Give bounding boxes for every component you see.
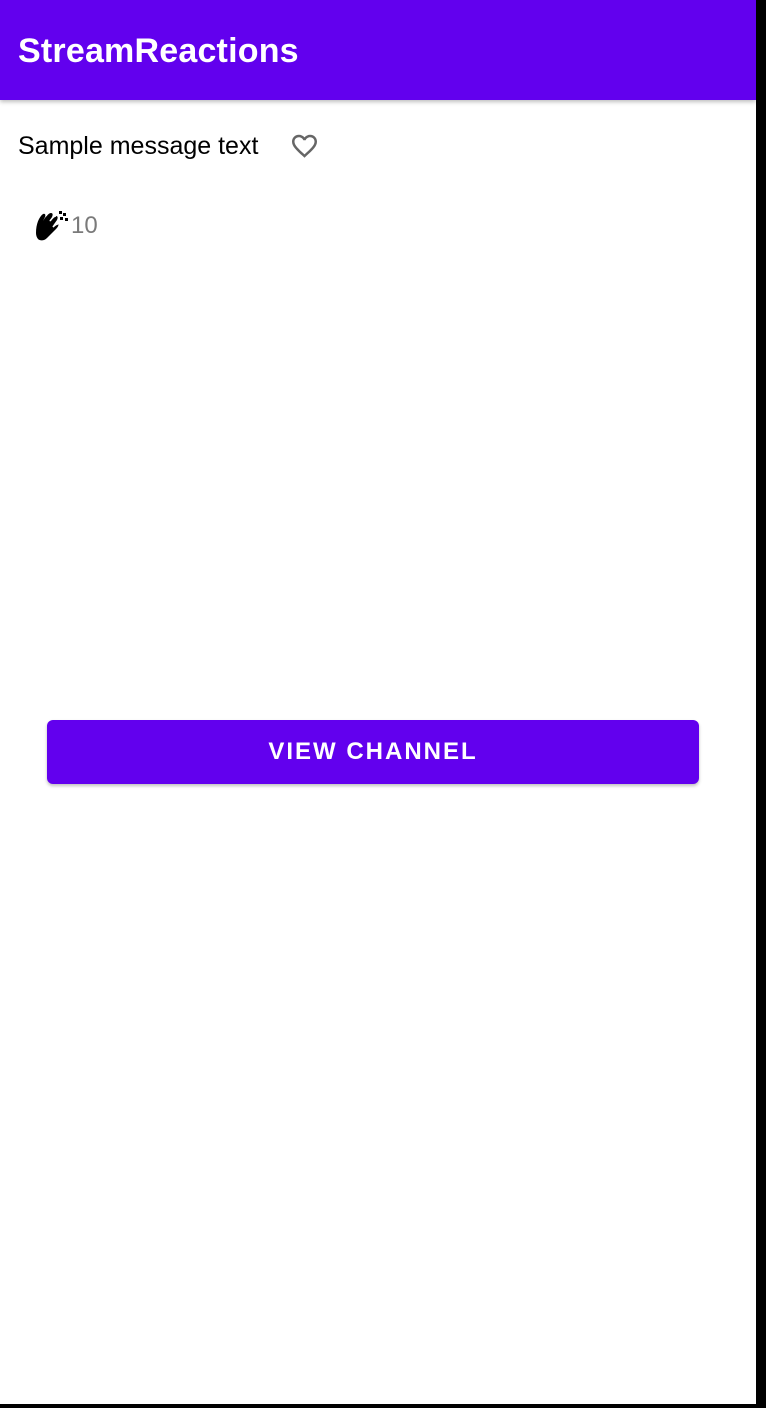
app-bar: StreamReactions bbox=[0, 0, 756, 100]
reaction-chip-clap[interactable]: 10 bbox=[32, 204, 98, 248]
heart-outline-icon bbox=[291, 134, 317, 158]
app-title: StreamReactions bbox=[18, 32, 299, 70]
view-channel-button-label: VIEW CHANNEL bbox=[268, 738, 478, 765]
reaction-count: 10 bbox=[71, 212, 98, 239]
app-screen: StreamReactions Sample message text 10 V… bbox=[0, 0, 756, 1404]
message-row: Sample message text bbox=[18, 128, 258, 164]
clapping-hands-icon bbox=[32, 207, 70, 245]
view-channel-button[interactable]: VIEW CHANNEL bbox=[47, 720, 699, 784]
message-text: Sample message text bbox=[18, 132, 259, 160]
add-reaction-button[interactable] bbox=[285, 128, 323, 164]
